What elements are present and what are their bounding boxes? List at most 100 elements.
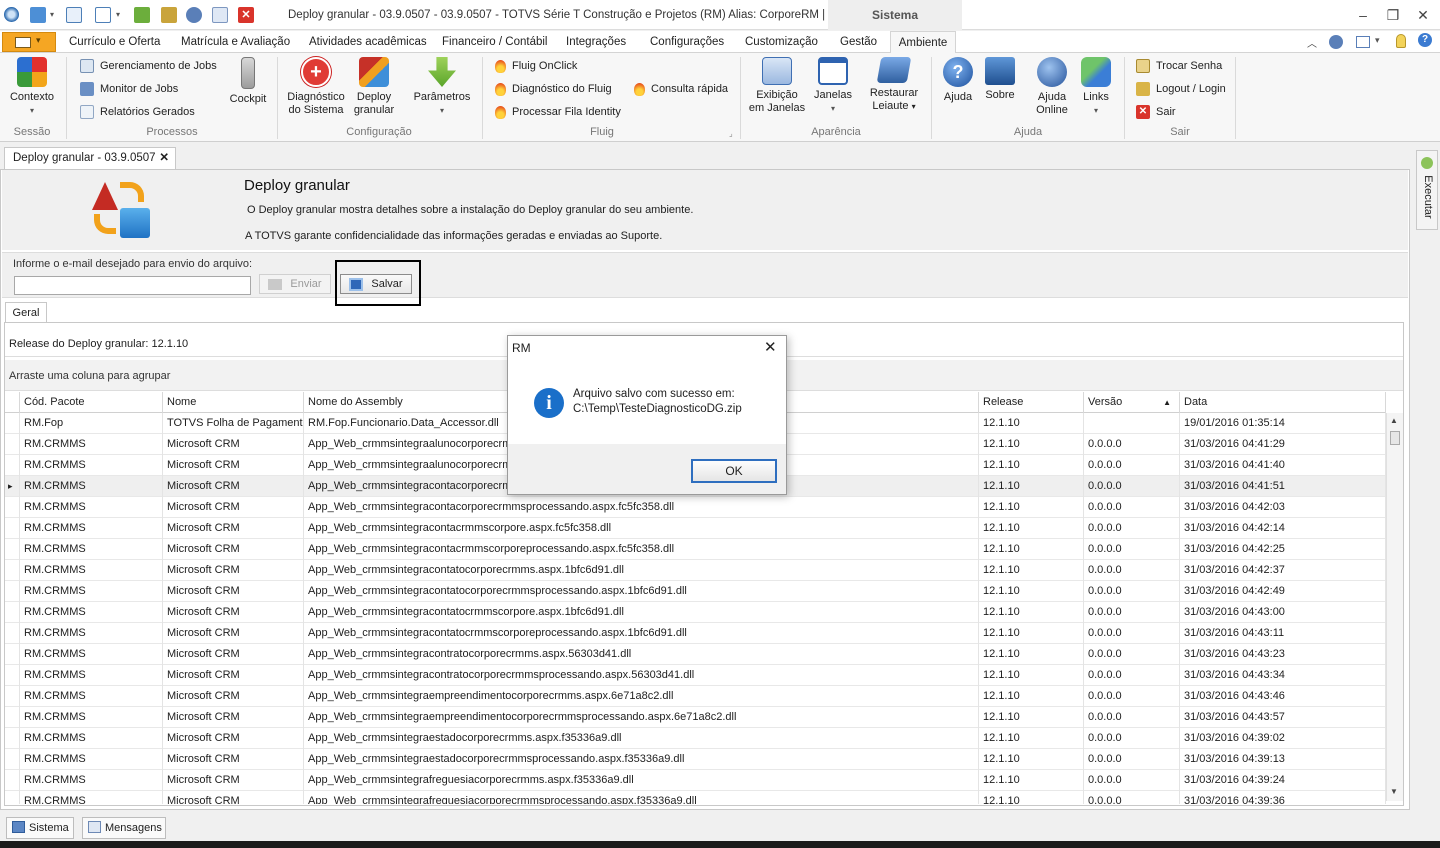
tab-ambiente[interactable]: Ambiente: [890, 31, 956, 54]
table-row[interactable]: RM.CRMMS Microsoft CRM App_Web_crmmsintegr…: [5, 518, 1386, 539]
links-icon: [1081, 57, 1111, 87]
tab-matricula-avaliacao[interactable]: Matrícula e Avaliação: [181, 31, 290, 53]
tab-atividades-academicas[interactable]: Atividades acadêmicas: [309, 31, 427, 53]
scroll-down-icon[interactable]: ▼: [1390, 787, 1398, 796]
qa-globe-icon[interactable]: [186, 7, 202, 23]
app-icon[interactable]: [4, 7, 19, 22]
table-row[interactable]: RM.CRMMS Microsoft CRM App_Web_crmmsintegr…: [5, 707, 1386, 728]
tab-financeiro-contabil[interactable]: Financeiro / Contábil: [442, 31, 547, 53]
monitor-jobs-button[interactable]: Monitor de Jobs: [80, 80, 178, 98]
ajuda-button[interactable]: ? Ajuda: [938, 57, 978, 104]
table-row[interactable]: RM.CRMMS Microsoft CRM App_Web_crmmsintegr…: [5, 770, 1386, 791]
salvar-button[interactable]: Salvar: [340, 274, 412, 294]
collapse-ribbon-icon[interactable]: ︿: [1307, 35, 1317, 50]
help-icon[interactable]: ?: [1418, 33, 1432, 47]
column-header-versao[interactable]: Versão ▲: [1084, 392, 1180, 413]
gerenciamento-jobs-button[interactable]: Gerenciamento de Jobs: [80, 57, 217, 75]
exibicao-janelas-button[interactable]: Exibição em Janelas: [746, 57, 808, 115]
qa-refresh-icon[interactable]: [30, 7, 46, 23]
restore-icon[interactable]: ❐: [1384, 6, 1402, 24]
table-row[interactable]: RM.CRMMS Microsoft CRM App_Web_crmmsintegr…: [5, 749, 1386, 770]
restaurar-leiaute-button[interactable]: Restaurar Leiaute ▾: [862, 57, 926, 113]
dropdown-icon[interactable]: ▾: [50, 7, 66, 23]
dialog-launcher-icon[interactable]: ⌟: [729, 129, 733, 138]
document-tab[interactable]: Deploy granular - 03.9.0507 ✕: [4, 147, 176, 169]
sobre-button[interactable]: Sobre: [980, 57, 1020, 102]
contexto-button[interactable]: Contexto ▾: [4, 57, 60, 117]
scroll-thumb[interactable]: [1390, 431, 1400, 445]
links-label: Links: [1083, 91, 1109, 103]
reports-icon: [80, 105, 94, 120]
qa-window-icon[interactable]: [66, 7, 82, 23]
mensagens-status-button[interactable]: Mensagens: [82, 817, 166, 839]
links-button[interactable]: Links ▾: [1076, 57, 1116, 117]
logout-login-button[interactable]: Logout / Login: [1136, 80, 1226, 98]
table-row[interactable]: RM.CRMMS Microsoft CRM App_Web_crmmsintegr…: [5, 497, 1386, 518]
globe-icon[interactable]: [1329, 35, 1343, 49]
lightbulb-icon[interactable]: [1396, 34, 1406, 48]
qa-close-icon[interactable]: ✕: [238, 7, 254, 23]
enviar-button[interactable]: Enviar: [259, 274, 331, 294]
layout-icon[interactable]: [1356, 36, 1370, 48]
table-row[interactable]: RM.CRMMS Microsoft CRM App_Web_crmmsintegr…: [5, 728, 1386, 749]
group-separator: [277, 57, 278, 139]
minimize-icon[interactable]: –: [1354, 6, 1372, 24]
consulta-rapida-button[interactable]: Consulta rápida: [634, 80, 728, 98]
scroll-up-icon[interactable]: ▲: [1390, 416, 1398, 425]
cell-data: 31/03/2016 04:43:34: [1180, 665, 1386, 686]
diagnostico-sistema-button[interactable]: + Diagnóstico do Sistema: [284, 57, 348, 117]
table-row[interactable]: RM.CRMMS Microsoft CRM App_Web_crmmsintegr…: [5, 602, 1386, 623]
ok-button[interactable]: OK: [691, 459, 777, 483]
diagnostico-fluig-button[interactable]: Diagnóstico do Fluig: [495, 80, 612, 98]
tab-integracoes[interactable]: Integrações: [566, 31, 626, 53]
dropdown-icon[interactable]: ▾: [116, 7, 132, 23]
tab-geral[interactable]: Geral: [5, 302, 47, 323]
group-label-aparencia: Aparência: [811, 126, 861, 138]
cell-cod-pacote: RM.CRMMS: [20, 749, 163, 770]
qa-run-icon[interactable]: [134, 7, 150, 23]
tab-gestao[interactable]: Gestão: [840, 31, 877, 53]
trocar-senha-button[interactable]: Trocar Senha: [1136, 57, 1222, 75]
cell-data: 31/03/2016 04:41:29: [1180, 434, 1386, 455]
sistema-status-button[interactable]: Sistema: [6, 817, 74, 839]
table-row[interactable]: RM.CRMMS Microsoft CRM App_Web_crmmsintegr…: [5, 644, 1386, 665]
table-row[interactable]: RM.CRMMS Microsoft CRM App_Web_crmmsintegr…: [5, 581, 1386, 602]
ajuda-online-button[interactable]: Ajuda Online: [1030, 57, 1074, 117]
vertical-scrollbar[interactable]: ▲ ▼: [1386, 413, 1403, 801]
tab-customizacao[interactable]: Customização: [745, 31, 818, 53]
chevron-down-icon[interactable]: ▾: [1375, 35, 1380, 46]
cockpit-button[interactable]: Cockpit: [224, 57, 272, 106]
processar-fila-button[interactable]: Processar Fila Identity: [495, 103, 621, 121]
sair-button[interactable]: ✕ Sair: [1136, 103, 1176, 121]
tab-configuracoes[interactable]: Configurações: [650, 31, 724, 53]
janelas-button[interactable]: Janelas ▾: [810, 57, 856, 115]
tab-curriculo-oferta[interactable]: Currículo e Oferta: [69, 31, 160, 53]
email-field[interactable]: [14, 276, 251, 295]
relatorios-gerados-button[interactable]: Relatórios Gerados: [80, 103, 195, 121]
close-tab-icon[interactable]: ✕: [159, 148, 169, 168]
table-row[interactable]: RM.CRMMS Microsoft CRM App_Web_crmmsintegr…: [5, 623, 1386, 644]
column-header-cod-pacote[interactable]: Cód. Pacote: [20, 392, 163, 413]
column-header-data[interactable]: Data: [1180, 392, 1386, 413]
application-menu-button[interactable]: ▾: [2, 32, 56, 52]
cell-data: 31/03/2016 04:39:13: [1180, 749, 1386, 770]
cell-nome: Microsoft CRM: [163, 539, 304, 560]
executar-side-panel[interactable]: Executar: [1416, 150, 1438, 230]
table-row[interactable]: RM.CRMMS Microsoft CRM App_Web_crmmsintegr…: [5, 686, 1386, 707]
column-header-release[interactable]: Release: [979, 392, 1084, 413]
cell-release: 12.1.10: [979, 770, 1084, 791]
deploy-granular-button[interactable]: Deploy granular: [350, 57, 398, 117]
column-header-nome[interactable]: Nome: [163, 392, 304, 413]
table-row[interactable]: RM.CRMMS Microsoft CRM App_Web_crmmsintegr…: [5, 539, 1386, 560]
table-row[interactable]: RM.CRMMS Microsoft CRM App_Web_crmmsintegr…: [5, 665, 1386, 686]
parametros-button[interactable]: Parâmetros ▾: [408, 57, 476, 117]
qa-copy-icon[interactable]: [212, 7, 228, 23]
qa-layout-icon[interactable]: [95, 7, 111, 23]
dialog-close-icon[interactable]: ✕: [764, 338, 777, 356]
close-window-icon[interactable]: ✕: [1414, 6, 1432, 24]
fluig-onclick-button[interactable]: Fluig OnClick: [495, 57, 577, 75]
dialog-title: RM: [512, 341, 531, 355]
qa-tools-icon[interactable]: [161, 7, 177, 23]
diagnostico-fluig-label: Diagnóstico do Fluig: [512, 83, 612, 95]
table-row[interactable]: RM.CRMMS Microsoft CRM App_Web_crmmsintegr…: [5, 560, 1386, 581]
